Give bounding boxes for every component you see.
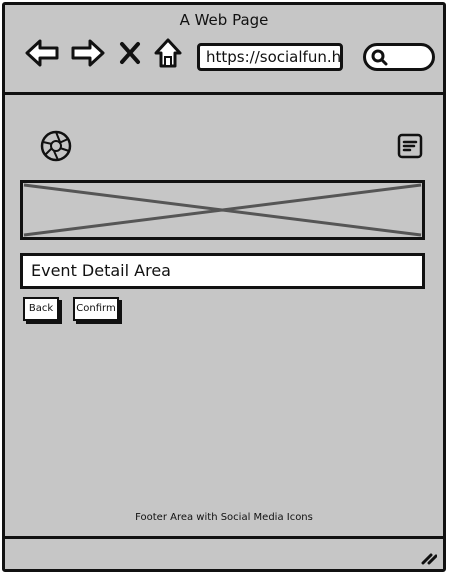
home-button[interactable] [151, 35, 185, 71]
arrow-right-icon [71, 39, 105, 67]
event-detail-area: Event Detail Area [20, 253, 425, 289]
close-icon [120, 42, 140, 64]
resize-grip-icon[interactable] [419, 547, 437, 565]
search-field[interactable] [363, 43, 435, 71]
document-menu-icon[interactable] [397, 133, 423, 159]
browser-window: A Web Page https://socialfun.h Event Det… [2, 2, 446, 572]
aperture-icon[interactable] [39, 129, 73, 163]
home-icon [154, 38, 182, 68]
page-content: Event Detail Area Back Confirm Footer Ar… [5, 95, 443, 542]
arrow-left-icon [25, 39, 59, 67]
url-bar[interactable]: https://socialfun.h [197, 43, 343, 71]
image-placeholder [20, 180, 425, 240]
stop-button[interactable] [117, 35, 143, 71]
status-bar [5, 536, 443, 569]
confirm-button[interactable]: Confirm [73, 297, 119, 321]
footer-area: Footer Area with Social Media Icons [135, 512, 313, 523]
search-icon [371, 49, 388, 66]
back-nav-button[interactable] [23, 35, 61, 71]
window-title: A Web Page [179, 11, 269, 29]
forward-nav-button[interactable] [69, 35, 107, 71]
back-button[interactable]: Back [23, 297, 59, 321]
browser-toolbar: A Web Page https://socialfun.h [5, 5, 443, 95]
